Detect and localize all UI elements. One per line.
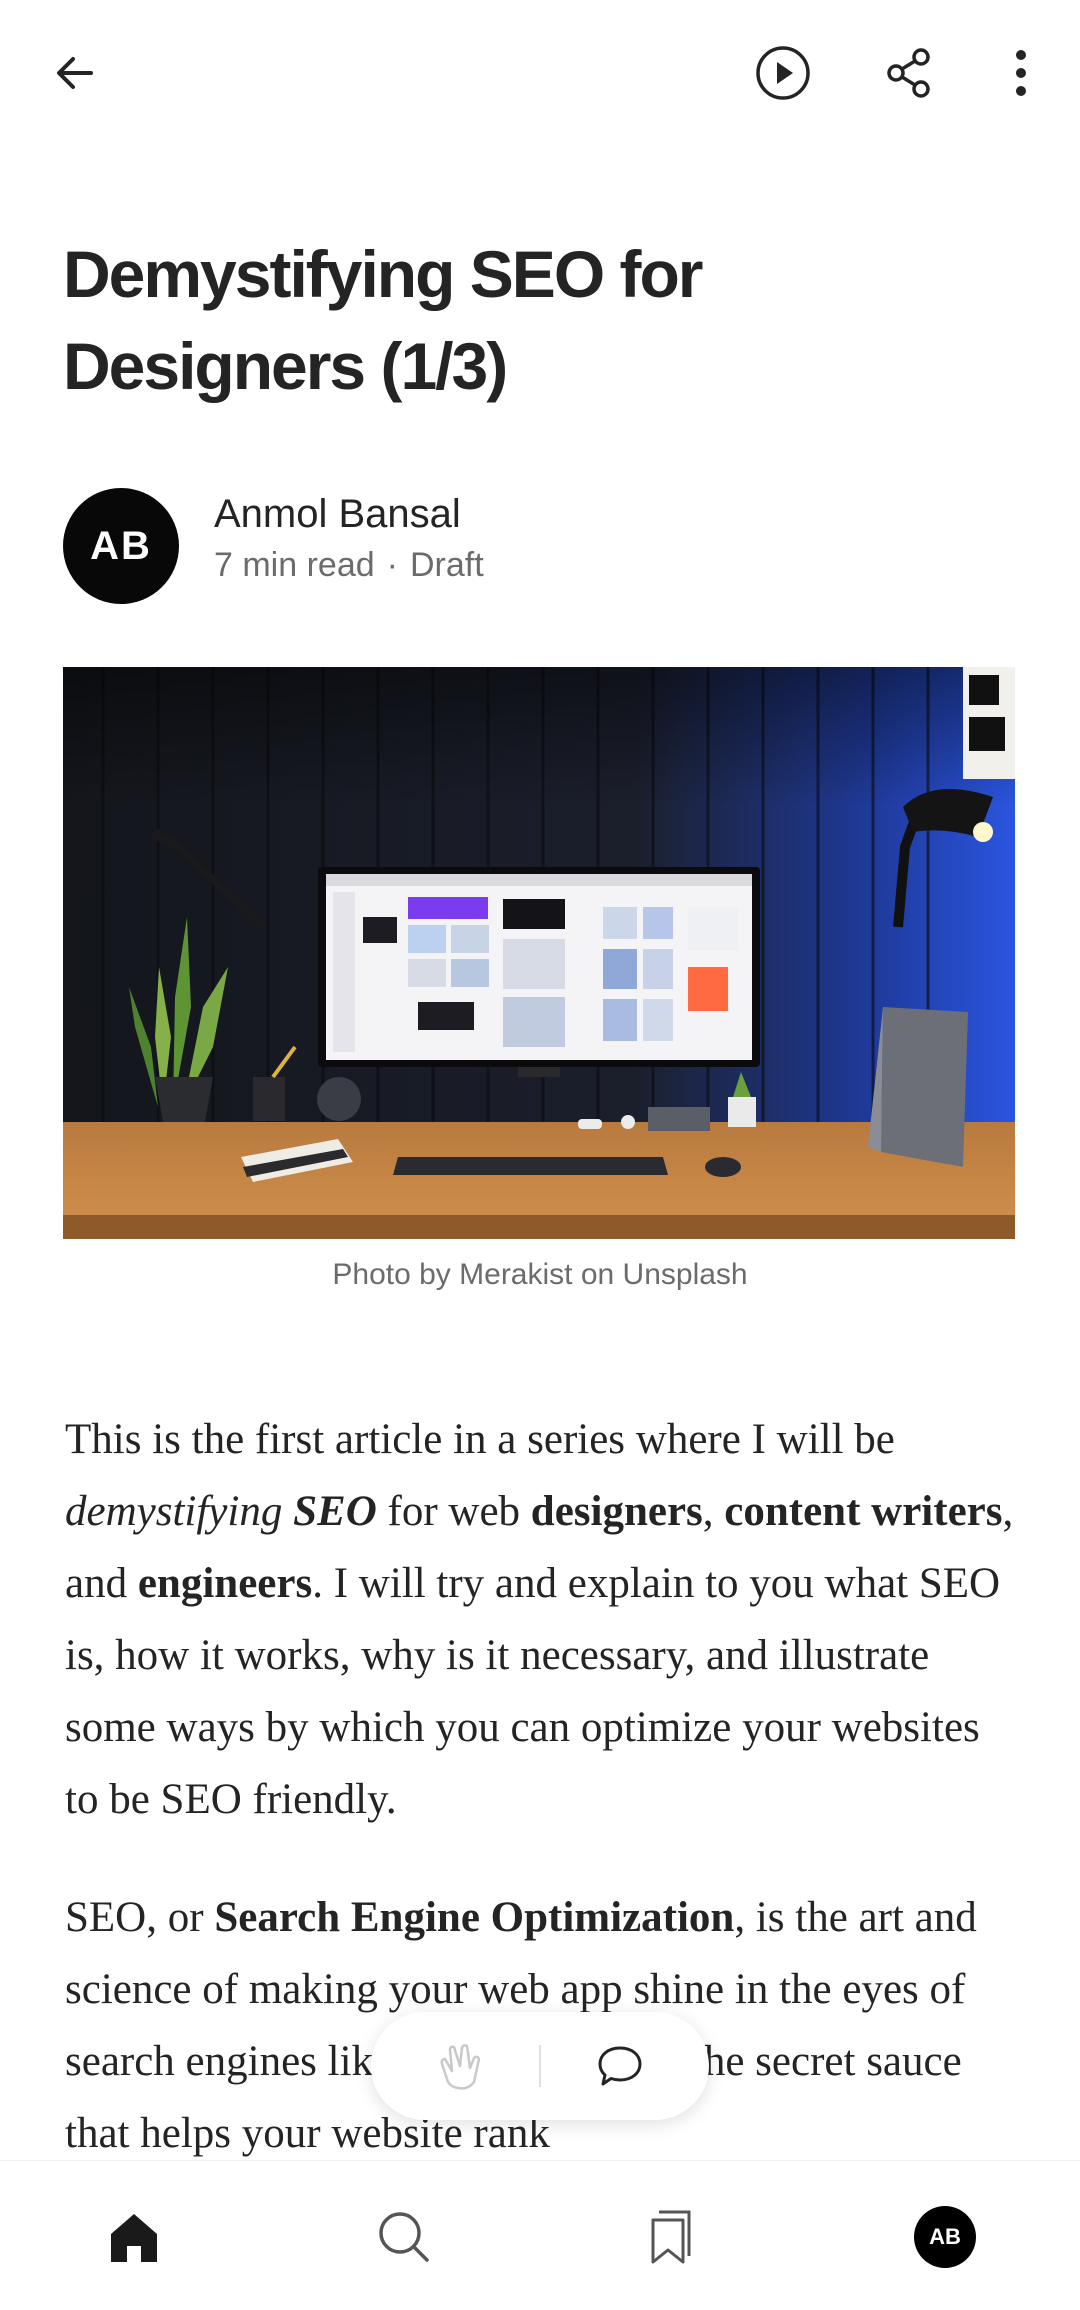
play-icon — [756, 46, 810, 100]
article-title: Demystifying SEO for Designers (1/3) — [63, 237, 703, 403]
text-run: SEO, or — [65, 1894, 215, 1941]
bold-text: engineers — [137, 1560, 313, 1607]
back-button[interactable] — [40, 38, 110, 108]
avatar[interactable]: AB — [63, 488, 179, 604]
text-run: , — [702, 1488, 725, 1535]
author-row[interactable]: AB Anmol Bansal 7 min read · Draft — [63, 488, 963, 604]
hero-image[interactable] — [63, 667, 1015, 1239]
bold-text: content writers — [724, 1488, 1003, 1535]
author-name[interactable]: Anmol Bansal — [214, 492, 461, 537]
read-time: 7 min read — [214, 546, 375, 584]
strong-emphasis-text: SEO — [293, 1488, 377, 1535]
text-run — [282, 1488, 293, 1535]
more-options-button[interactable] — [986, 36, 1056, 110]
bottom-navigation: AB — [0, 2160, 1080, 2310]
comment-button[interactable] — [565, 2026, 675, 2106]
home-icon — [111, 2214, 157, 2262]
clap-icon — [440, 2044, 481, 2090]
clap-button[interactable] — [405, 2026, 515, 2106]
floating-action-pill — [371, 2012, 709, 2120]
text-run: This is the first article in a series wh… — [65, 1416, 895, 1463]
emphasis-text: demystifying — [65, 1488, 283, 1535]
image-caption: Photo by Merakist on Unsplash — [332, 1258, 748, 1291]
meta-separator: · — [386, 546, 398, 584]
share-icon — [887, 48, 930, 98]
nav-home[interactable] — [94, 2197, 174, 2277]
desk-setup-illustration — [63, 667, 1015, 1239]
pill-divider — [539, 2045, 541, 2087]
listen-button[interactable] — [746, 36, 820, 110]
bold-text: designers — [530, 1488, 703, 1535]
more-vertical-icon — [1016, 50, 1026, 96]
article-meta: 7 min read · Draft — [214, 546, 484, 585]
nav-search[interactable] — [364, 2197, 444, 2277]
search-icon — [379, 2212, 429, 2262]
profile-avatar: AB — [914, 2206, 976, 2268]
nav-library[interactable] — [632, 2197, 712, 2277]
draft-status: Draft — [409, 546, 484, 584]
comment-icon — [598, 2046, 642, 2086]
nav-profile[interactable]: AB — [905, 2197, 985, 2277]
bookmarks-icon — [651, 2210, 691, 2264]
top-app-bar — [0, 0, 1080, 150]
arrow-left-icon — [57, 57, 93, 89]
paragraph-1: This is the first article in a series wh… — [65, 1404, 1015, 1836]
bold-text: Search Engine Optimization — [214, 1894, 735, 1941]
share-button[interactable] — [872, 36, 946, 110]
text-run: for web — [376, 1488, 531, 1535]
